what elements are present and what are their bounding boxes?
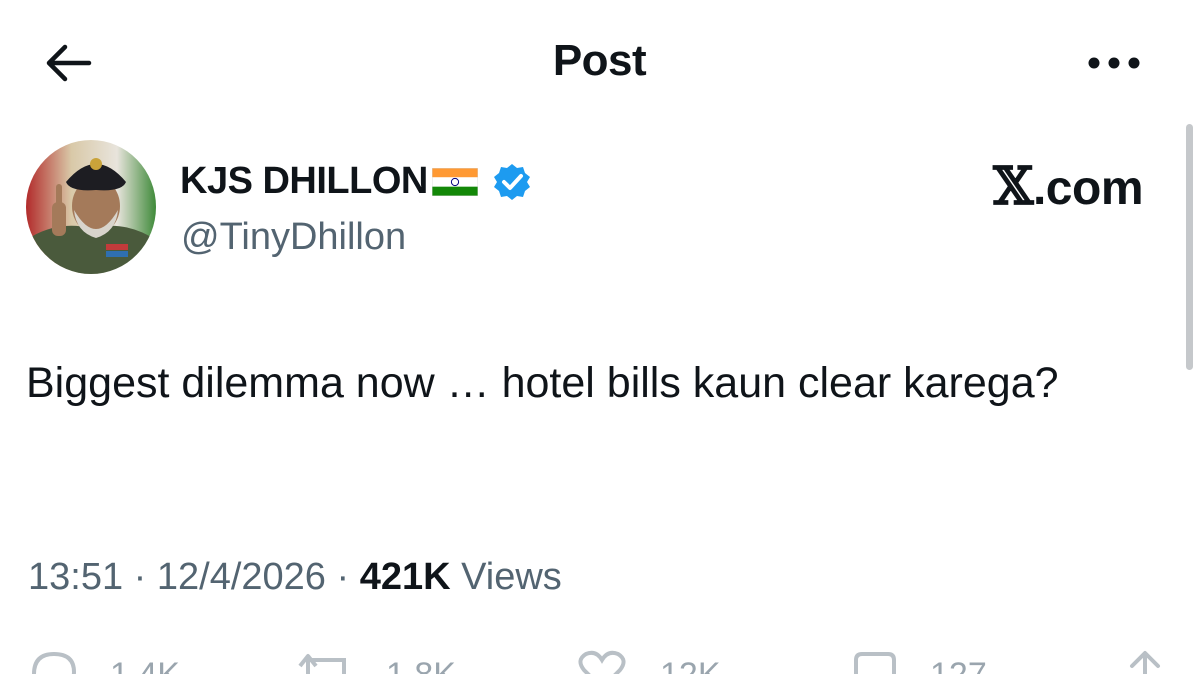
like-button[interactable]: 12K bbox=[574, 648, 721, 674]
share-icon bbox=[1130, 651, 1160, 674]
meta-separator: · bbox=[336, 556, 350, 598]
post-time[interactable]: 13:51 bbox=[28, 556, 123, 598]
avatar[interactable] bbox=[26, 140, 156, 274]
post-text: Biggest dilemma now … hotel bills kaun c… bbox=[26, 359, 1059, 407]
post-date[interactable]: 12/4/2026 bbox=[157, 556, 326, 598]
reply-button[interactable]: 1.4K bbox=[28, 648, 180, 674]
bookmark-icon bbox=[854, 652, 896, 674]
watermark: 𝕏.com bbox=[993, 156, 1143, 217]
repost-button[interactable]: 1.8K bbox=[296, 648, 456, 674]
action-bar: 1.4K 1.8K 12K 127 bbox=[0, 648, 1199, 674]
verified-badge-icon bbox=[493, 163, 530, 200]
share-button[interactable] bbox=[1120, 648, 1170, 674]
watermark-text: .com bbox=[1032, 162, 1144, 215]
reply-icon bbox=[32, 651, 77, 674]
author-name[interactable]: KJS DHILLON bbox=[180, 160, 532, 203]
more-icon bbox=[1088, 57, 1140, 69]
reply-count: 1.4K bbox=[110, 658, 180, 674]
post-screen: Post KJS DHILLON @TinyDhillon 𝕏.com Bigg… bbox=[0, 0, 1199, 674]
x-logo: 𝕏 bbox=[993, 156, 1033, 217]
author-display-name[interactable]: KJS DHILLON bbox=[180, 160, 428, 203]
meta-separator: · bbox=[133, 556, 147, 598]
repost-icon bbox=[298, 654, 346, 674]
like-count: 12K bbox=[660, 658, 721, 674]
scrollbar[interactable] bbox=[1186, 124, 1193, 370]
author-handle[interactable]: @TinyDhillon bbox=[181, 216, 406, 259]
bookmark-count: 127 bbox=[930, 658, 987, 674]
more-button[interactable] bbox=[1081, 50, 1147, 76]
post-meta: 13:51 · 12/4/2026 · 421K Views bbox=[28, 556, 562, 599]
india-flag-icon bbox=[431, 167, 478, 196]
repost-count: 1.8K bbox=[386, 658, 456, 674]
like-icon bbox=[578, 650, 626, 674]
page-title: Post bbox=[552, 36, 647, 85]
bookmark-button[interactable]: 127 bbox=[850, 648, 987, 674]
views-count[interactable]: 421K bbox=[360, 556, 451, 598]
views-label: Views bbox=[461, 556, 562, 598]
